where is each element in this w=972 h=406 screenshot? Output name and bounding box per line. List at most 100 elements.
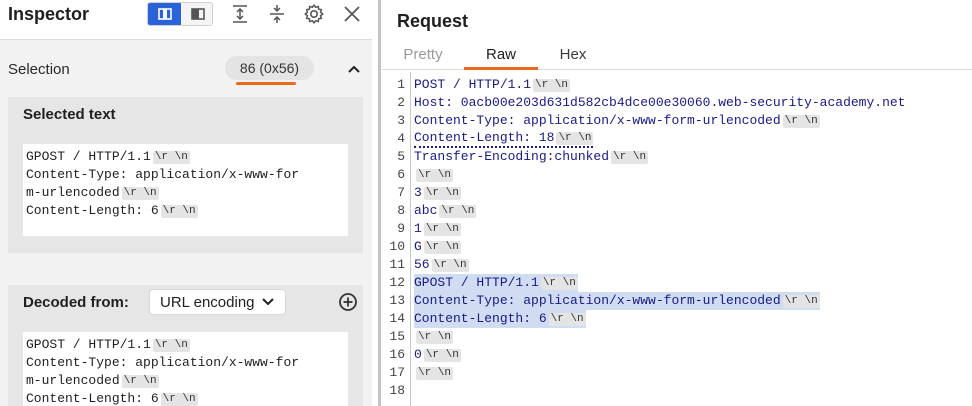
line-number: 3 [397,113,405,128]
layout-columns-button[interactable] [148,3,181,25]
line-content: \r \n [414,328,454,346]
line-text: Content-Length: 18 [414,130,555,145]
close-icon [344,6,360,22]
request-editor[interactable]: 1 POST / HTTP/1.1 \r \n 2 Host: 0acb00e203d6… [381,76,972,400]
line-text: Content-Length: 6 [414,311,547,326]
request-title: Request [397,11,469,31]
line-content: POST / HTTP/1.1 \r \n [414,76,571,94]
editor-line[interactable]: 16 0 \r \n [381,346,972,364]
crlf-marker: \r \n [152,151,190,164]
editor-line[interactable]: 13 Content-Type: application/x-www-form-u… [381,292,972,310]
editor-line[interactable]: 15 \r \n [381,328,972,346]
line-number: 12 [389,275,405,290]
code-line: GPOST / HTTP/1.1 \r \n [26,148,344,166]
line-number: 18 [389,383,405,398]
layout-columns-icon [157,8,172,20]
crlf-marker: \r \n [416,169,454,182]
tab-pretty[interactable]: Pretty [391,46,455,70]
collapse-selection-button[interactable] [344,60,364,78]
tab-hex[interactable]: Hex [541,46,605,70]
decoded-content[interactable]: GPOST / HTTP/1.1 \r \n Content-Type: appli… [23,332,348,406]
code-line: Content-Length: 6 \r \n [26,202,344,220]
crlf-marker: \r \n [423,241,461,254]
code-line-text: Content-Type: application/x-www-for [26,167,300,182]
line-text: 3 [414,185,422,200]
editor-line[interactable]: 18 [381,382,972,400]
editor-line[interactable]: 9 1 \r \n [381,220,972,238]
selection-label: Selection [8,61,70,78]
code-line-text: m-urlencoded [26,185,120,200]
editor-line[interactable]: 12 GPOST / HTTP/1.1 \r \n [381,274,972,292]
code-line-text: Content-Length: 6 [26,203,159,218]
selection-badge-underline [236,82,296,85]
settings-button[interactable] [301,2,327,26]
tab-raw[interactable]: Raw [464,46,538,70]
crlf-marker: \r \n [431,259,469,272]
code-line-text: Content-Type: application/x-www-for [26,355,300,370]
crlf-marker: \r \n [782,115,820,128]
line-number: 9 [397,221,405,236]
expand-all-button[interactable] [227,2,253,26]
code-line: Content-Type: application/x-www-for [26,354,344,372]
line-number: 13 [389,293,405,308]
layout-rows-button[interactable] [181,3,212,25]
line-number: 1 [397,77,405,92]
line-number: 5 [397,149,405,164]
line-content: Content-Type: application/x-www-form-url… [414,112,820,130]
line-text: abc [414,203,438,218]
editor-line[interactable]: 11 56 \r \n [381,256,972,274]
line-number: 2 [397,95,405,110]
editor-line[interactable]: 17 \r \n [381,364,972,382]
line-content: Content-Type: application/x-www-form-url… [414,292,820,310]
editor-line[interactable]: 1 POST / HTTP/1.1 \r \n [381,76,972,94]
selection-row[interactable]: Selection 86 (0x56) [0,48,372,90]
line-content: Transfer-Encoding:chunked \r \n [414,148,649,166]
code-line: Content-Type: application/x-www-for [26,166,344,184]
close-button[interactable] [339,2,365,26]
line-number: 15 [389,329,405,344]
encoding-select[interactable]: URL encoding [149,289,286,315]
editor-line[interactable]: 5 Transfer-Encoding:chunked \r \n [381,148,972,166]
crlf-marker: \r \n [782,295,820,308]
request-panel: Request Pretty Raw Hex 1 POST / HTTP/1.1 \… [381,0,972,406]
code-line-text: GPOST / HTTP/1.1 [26,149,151,164]
crlf-marker: \r \n [416,367,454,380]
code-line: GPOST / HTTP/1.1 \r \n [26,336,344,354]
line-number: 17 [389,365,405,380]
editor-line[interactable]: 10 G \r \n [381,238,972,256]
decoded-from-label: Decoded from: [23,294,129,311]
line-text: 56 [414,257,430,272]
editor-line[interactable]: 7 3 \r \n [381,184,972,202]
crlf-marker: \r \n [152,339,190,352]
line-number: 8 [397,203,405,218]
gear-icon [304,4,324,24]
inspector-title: Inspector [8,4,90,24]
layout-toggle[interactable] [147,2,213,26]
plus-circle-icon[interactable] [338,292,358,312]
line-text: GPOST / HTTP/1.1 [414,275,539,290]
editor-line[interactable]: 3 Content-Type: application/x-www-form-ur… [381,112,972,130]
editor-line[interactable]: 8 abc \r \n [381,202,972,220]
line-content: abc \r \n [414,202,477,220]
crlf-marker: \r \n [439,205,477,218]
crlf-marker: \r \n [423,187,461,200]
decoded-panel: Decoded from: URL encoding GPOST / HTTP/… [8,285,363,406]
line-text: Host: 0acb00e203d631d582cb4dce00e30060.w… [414,95,906,110]
code-line: m-urlencoded \r \n [26,184,344,202]
selected-text-content[interactable]: GPOST / HTTP/1.1 \r \n Content-Type: appli… [23,144,348,236]
line-content: Content-Length: 6 \r \n [414,310,586,328]
selected-text-title: Selected text [23,106,116,123]
editor-line[interactable]: 4 Content-Length: 18 \r \n [381,130,972,148]
line-number: 4 [397,131,405,146]
collapse-all-button[interactable] [264,2,290,26]
code-line: Content-Length: 6 \r \n [26,390,344,406]
code-line-text: Content-Length: 6 [26,391,159,406]
crlf-marker: \r \n [423,349,461,362]
line-text: 1 [414,221,422,236]
editor-line[interactable]: 14 Content-Length: 6 \r \n [381,310,972,328]
inspector-header: Inspector [0,0,372,40]
editor-line[interactable]: 2 Host: 0acb00e203d631d582cb4dce00e30060.… [381,94,972,112]
request-tabs: Pretty Raw Hex [381,44,972,70]
editor-line[interactable]: 6 \r \n [381,166,972,184]
crlf-marker: \r \n [160,205,198,218]
